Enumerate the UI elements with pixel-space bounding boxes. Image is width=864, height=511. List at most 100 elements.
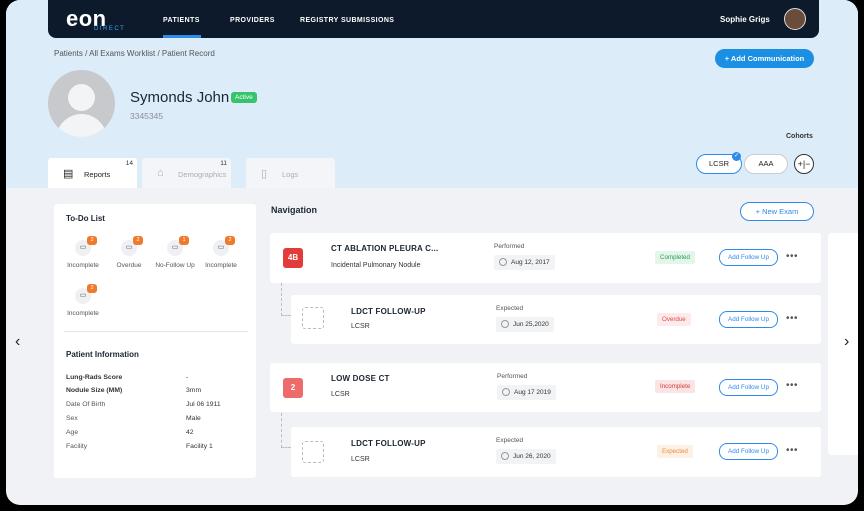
info-value: 42 [186,429,194,436]
check-icon: ✓ [732,152,741,161]
exam-title[interactable]: LDCT FOLLOW-UP [351,307,426,316]
status-badge: Active [231,92,257,103]
patient-id: 3345345 [130,111,164,121]
info-value: Male [186,415,201,422]
demographics-icon: ⌂ [157,167,164,179]
cohorts-label: Cohorts [786,133,813,140]
more-options-icon[interactable]: ••• [786,251,798,262]
exam-number-badge: 2 [283,378,303,398]
more-options-icon[interactable]: ••• [786,445,798,456]
clock-icon [501,320,509,328]
patient-avatar [48,70,115,137]
exam-card[interactable]: LDCT FOLLOW-UP LCSR Expected Jun 26, 202… [291,427,821,477]
info-label: Facility [66,443,88,450]
todo-card: To-Do List ▭ 2 Incomplete ▭ 2 Overdue ▭ … [54,204,256,478]
tab-reports[interactable]: ▤ Reports 14 [48,158,137,188]
cohort-chip-aaa[interactable]: AAA [744,154,788,174]
todo-count: 2 [225,236,235,245]
info-label: Age [66,429,79,436]
exam-number-badge: 4B [283,248,303,268]
report-icon: ▤ [63,168,74,180]
exam-card[interactable]: LDCT FOLLOW-UP LCSR Expected Jun 25,2020… [291,295,821,344]
date-label: Expected [496,305,524,312]
tab-logs[interactable]: ▯ Logs [246,158,335,188]
exam-title[interactable]: LOW DOSE CT [331,374,390,383]
tree-connector [281,413,291,448]
next-panel-peek [828,233,858,455]
chevron-left-icon[interactable]: ‹ [15,333,20,351]
todo-count: 2 [87,236,97,245]
navigation-title: Navigation [271,205,318,215]
todo-label: No-Follow Up [155,262,195,269]
date-field: Aug 17 2019 [497,385,556,400]
info-label: Nodule Size (MM) [66,387,123,394]
info-value: - [186,374,189,381]
todo-count: 2 [133,236,143,245]
exam-subtitle: Incidental Pulmonary Nodule [331,262,421,269]
app-window: eon DIRECT PATIENTS PROVIDERS REGISTRY S… [6,0,858,505]
new-exam-button[interactable]: + New Exam [740,202,814,221]
empty-badge-placeholder [302,441,324,463]
active-nav-indicator [163,35,201,38]
todo-count: 2 [87,284,97,293]
logo-subtitle: DIRECT [94,26,126,32]
exam-subtitle: LCSR [351,456,370,463]
status-badge: Overdue [657,313,691,326]
info-label: Lung-Rads Score [66,374,123,381]
exam-subtitle: LCSR [351,323,370,330]
more-options-icon[interactable]: ••• [786,313,798,324]
more-options-icon[interactable]: ••• [786,380,798,391]
add-communication-button[interactable]: + Add Communication [715,49,814,68]
nav-patients[interactable]: PATIENTS [163,17,200,24]
info-label: Sex [66,415,78,422]
date-label: Performed [494,243,525,250]
add-follow-up-button[interactable]: Add Follow Up [719,379,778,396]
chevron-right-icon[interactable]: › [844,333,849,351]
info-value: Facility 1 [186,443,213,450]
clock-icon [499,258,507,266]
exam-card[interactable]: 2 LOW DOSE CT LCSR Performed Aug 17 2019… [270,363,821,412]
patient-info-title: Patient Information [66,350,139,359]
nav-providers[interactable]: PROVIDERS [230,17,275,24]
status-badge: Incomplete [655,380,696,393]
date-value: Jun 25,2020 [513,321,549,328]
add-follow-up-button[interactable]: Add Follow Up [719,249,778,266]
clock-icon [501,452,509,460]
date-field: Aug 12, 2017 [494,255,555,270]
nav-registry-submissions[interactable]: REGISTRY SUBMISSIONS [300,17,394,24]
tab-count: 11 [220,160,227,167]
empty-badge-placeholder [302,307,324,329]
date-field: Jun 26, 2020 [496,449,556,464]
todo-label: Incomplete [67,262,99,269]
clock-icon [502,388,510,396]
add-follow-up-button[interactable]: Add Follow Up [719,311,778,328]
patient-name: Symonds John [130,89,230,106]
info-label: Date Of Birth [66,401,106,408]
top-navigation-bar: eon DIRECT PATIENTS PROVIDERS REGISTRY S… [48,0,819,38]
status-badge: Completed [655,251,695,264]
user-name[interactable]: Sophie Grigs [720,15,770,24]
info-value: Jul 06 1911 [186,401,221,408]
tab-demographics[interactable]: ⌂ Demographics 11 [142,158,231,188]
avatar-body-shape [56,114,107,137]
exam-title[interactable]: LDCT FOLLOW-UP [351,439,426,448]
date-field: Jun 25,2020 [496,317,554,332]
todo-label: Overdue [116,262,142,269]
tab-label: Logs [282,170,299,179]
user-avatar[interactable] [784,8,806,30]
todo-count: 1 [179,236,189,245]
add-remove-cohort-button[interactable]: +|− [794,154,814,174]
todo-label: Incomplete [205,262,237,269]
breadcrumb[interactable]: Patients / All Exams Worklist / Patient … [54,49,215,58]
logs-icon: ▯ [261,168,268,180]
info-value: 3mm [186,387,202,394]
exam-subtitle: LCSR [331,391,350,398]
todo-title: To-Do List [66,214,105,223]
date-value: Jun 26, 2020 [513,453,551,460]
add-follow-up-button[interactable]: Add Follow Up [719,443,778,460]
date-value: Aug 17 2019 [514,389,551,396]
exam-card[interactable]: 4B CT ABLATION PLEURA C... Incidental Pu… [270,233,821,283]
exam-title[interactable]: CT ABLATION PLEURA C... [331,244,438,253]
tab-count: 14 [125,160,133,167]
tab-label: Demographics [178,170,227,179]
